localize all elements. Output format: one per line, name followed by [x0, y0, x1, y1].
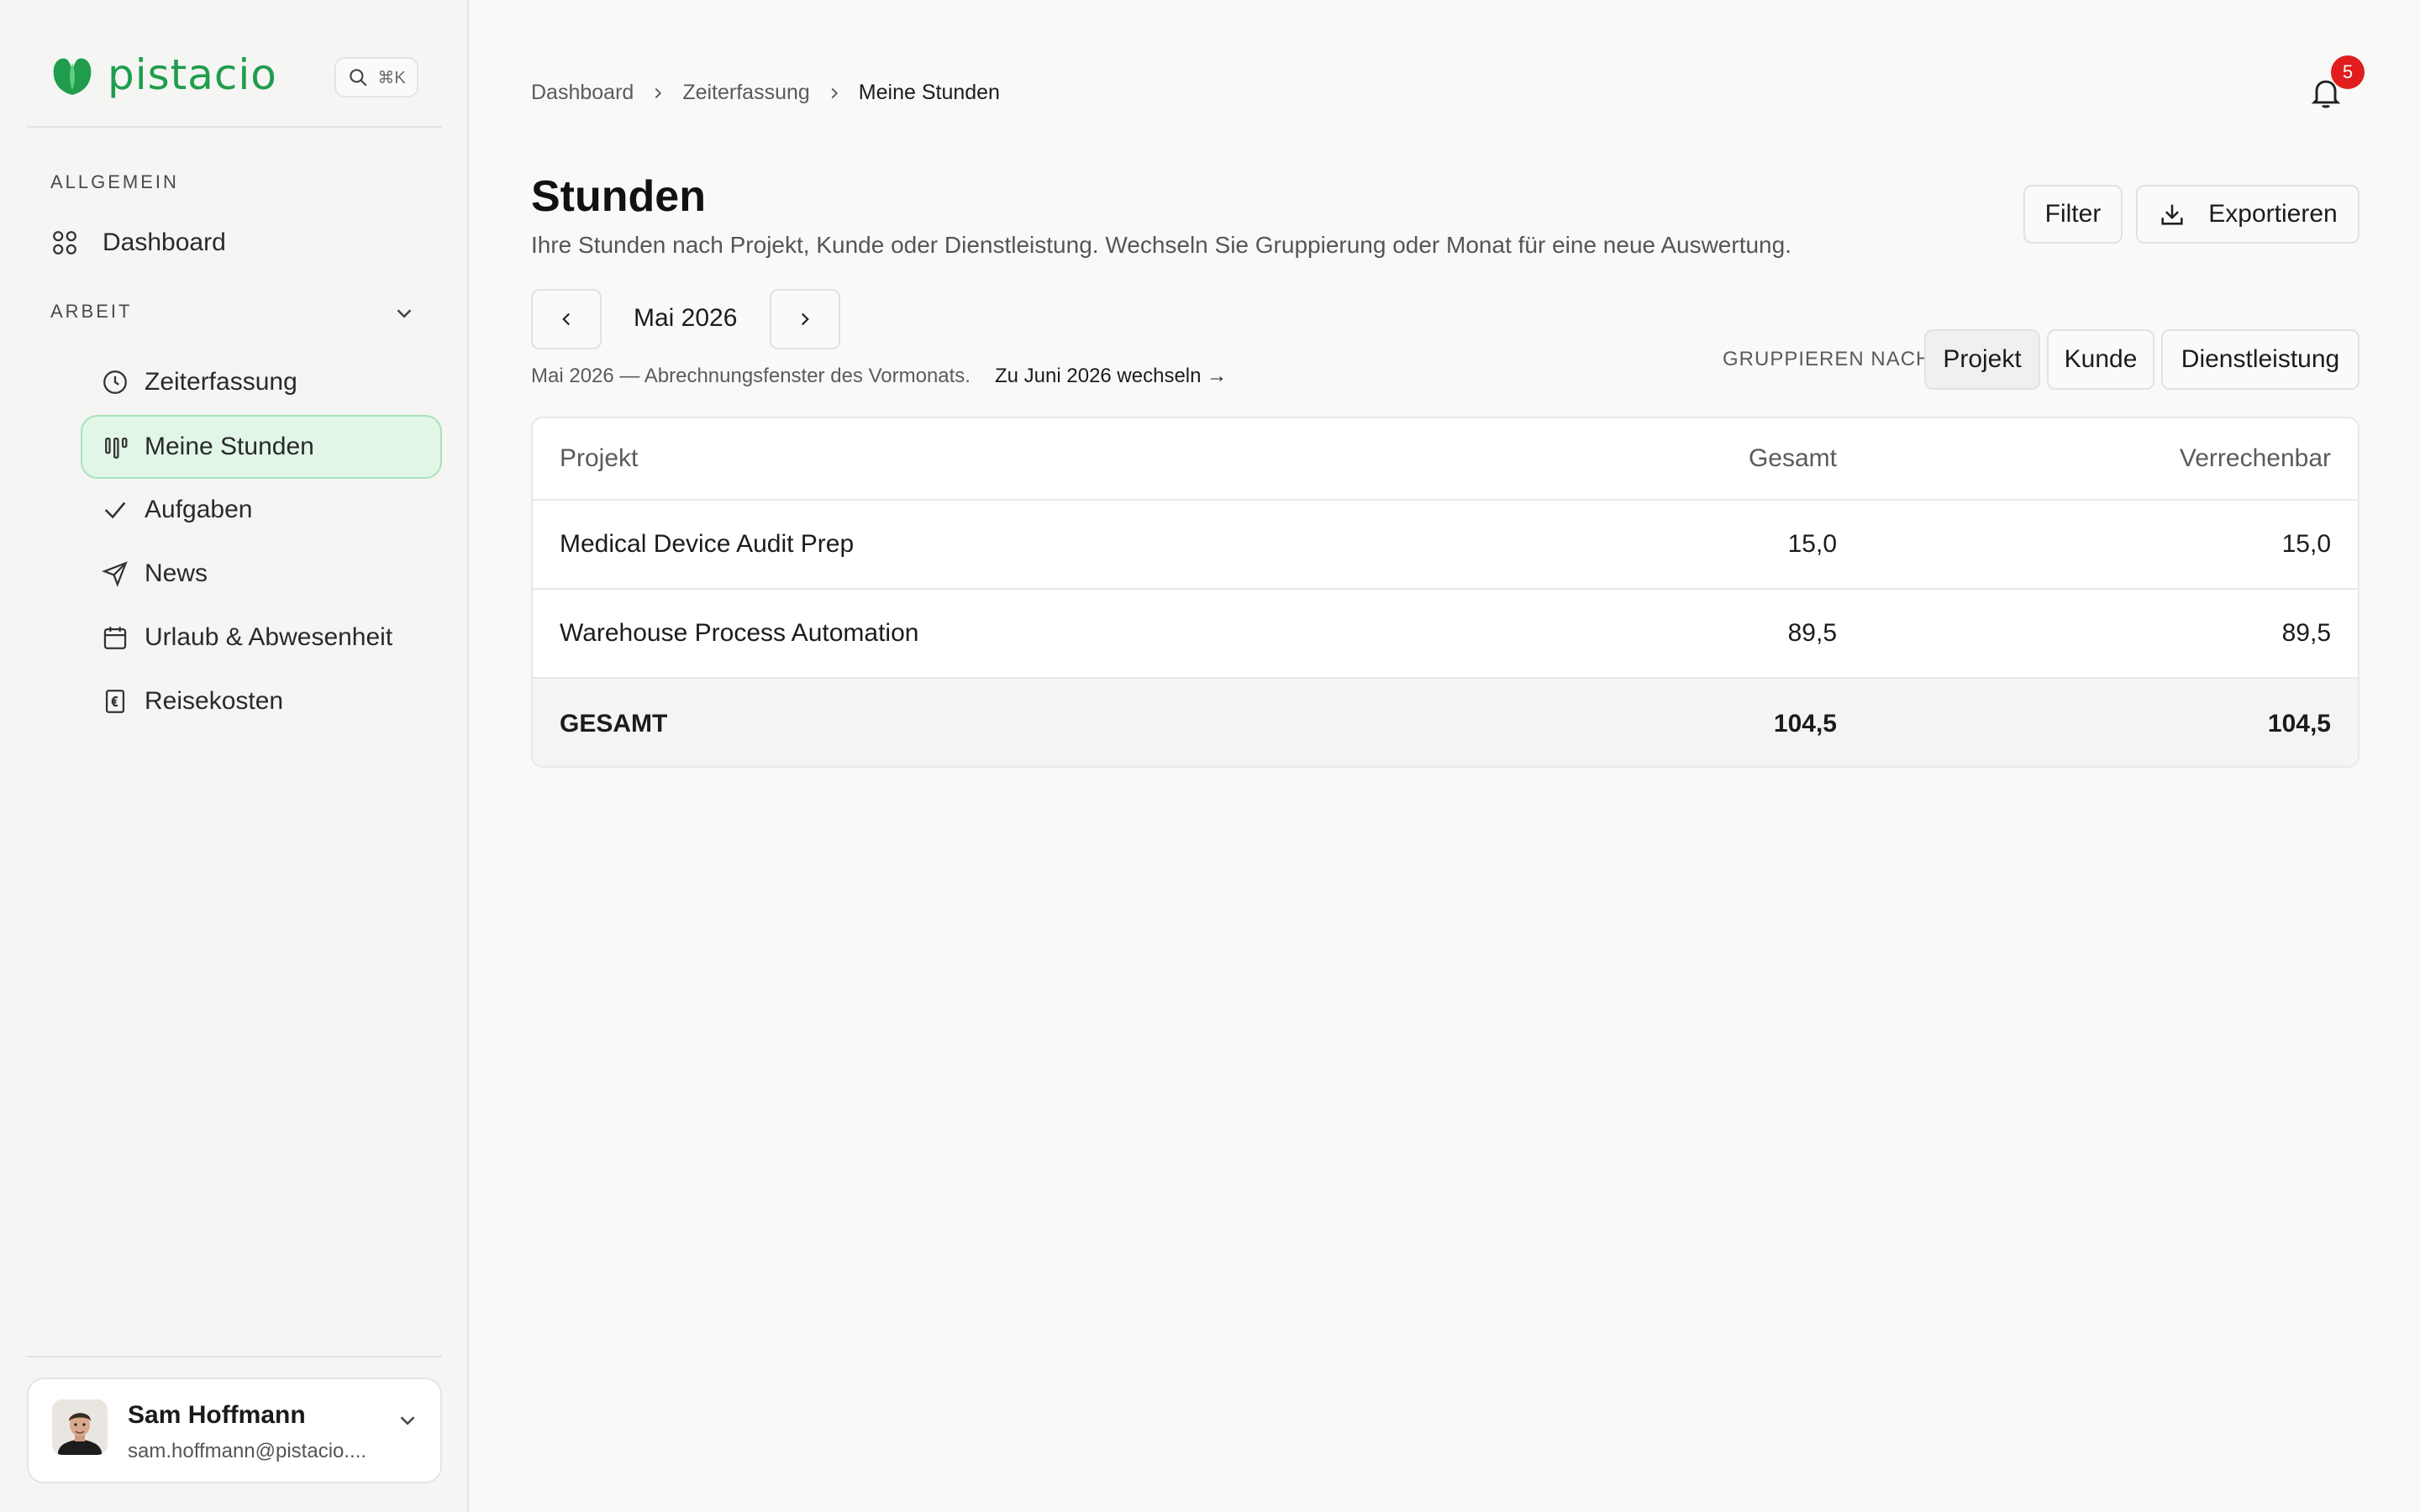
sidebar-item-news[interactable]: News [82, 543, 442, 605]
export-button-label: Exportieren [2208, 200, 2338, 228]
chevron-right-icon [655, 87, 662, 98]
download-icon [2161, 204, 2183, 225]
brand[interactable]: pistacio [50, 50, 277, 99]
sidebar-item-label: Urlaub & Abwesenheit [145, 623, 393, 651]
table-row[interactable]: Medical Device Audit Prep 15,0 15,0 [533, 501, 2358, 590]
search-shortcut-button[interactable]: ⌘K [334, 57, 418, 97]
project-total-hours: 15,0 [1787, 530, 1837, 558]
sidebar-item-label: Zeiterfassung [145, 368, 297, 396]
sidebar-item-reisekosten[interactable]: Reisekosten [82, 670, 442, 732]
next-month-button[interactable] [770, 289, 840, 349]
project-billable-hours: 89,5 [2281, 619, 2331, 647]
sidebar-divider [27, 126, 442, 128]
calendar-icon [101, 623, 129, 652]
total-billable-hours: 104,5 [2267, 710, 2331, 738]
grid-icon [50, 228, 79, 257]
switch-month-link[interactable]: Zu Juni 2026 wechseln → [995, 365, 1227, 388]
project-name: Medical Device Audit Prep [560, 530, 855, 558]
group-by-projekt[interactable]: Projekt [1924, 329, 2040, 390]
sidebar-item-aufgaben[interactable]: Aufgaben [82, 479, 442, 541]
search-shortcut-label: ⌘K [377, 68, 406, 87]
group-option-label: Kunde [2064, 345, 2138, 373]
section-label-work: ARBEIT [50, 301, 133, 322]
user-name: Sam Hoffmann [128, 1401, 306, 1429]
page-title: Stunden [531, 172, 706, 221]
filter-button-label: Filter [2044, 200, 2102, 228]
table-header-row: Projekt Gesamt Verrechenbar [533, 418, 2358, 501]
group-by-dienstleistung[interactable]: Dienstleistung [2161, 329, 2360, 390]
receipt-icon [101, 687, 129, 716]
breadcrumb-current: Meine Stunden [858, 81, 1000, 104]
sidebar-item-label: Meine Stunden [145, 433, 314, 460]
sidebar-item-zeiterfassung[interactable]: Zeiterfassung [82, 351, 442, 413]
chevron-right-icon [831, 87, 838, 98]
breadcrumb: Dashboard Zeiterfassung Meine Stunden [531, 81, 1000, 105]
sidebar: pistacio ⌘K ALLGEMEIN Dashboard ARBEIT Z… [0, 0, 469, 1512]
group-option-label: Projekt [1943, 345, 2022, 373]
send-icon [101, 559, 129, 588]
group-by-kunde[interactable]: Kunde [2047, 329, 2154, 390]
sidebar-item-label: Aufgaben [145, 496, 253, 523]
grouping-label: GRUPPIEREN NACH [1723, 348, 1932, 370]
prev-month-button[interactable] [531, 289, 602, 349]
sidebar-divider [27, 1356, 442, 1357]
brand-name: pistacio [108, 50, 277, 99]
sidebar-item-label: Dashboard [103, 228, 226, 256]
user-menu[interactable]: Sam Hoffmann sam.hoffmann@pistacio.... [27, 1378, 442, 1483]
project-total-hours: 89,5 [1787, 619, 1837, 647]
project-name: Warehouse Process Automation [560, 619, 919, 647]
table-row[interactable]: Warehouse Process Automation 89,5 89,5 [533, 590, 2358, 679]
chevron-left-icon [562, 312, 571, 326]
pistacio-logo-icon [53, 58, 92, 95]
chevron-right-icon [801, 312, 809, 326]
section-label-general: ALLGEMEIN [50, 171, 179, 192]
check-icon [101, 496, 129, 524]
breadcrumb-zeiterfassung[interactable]: Zeiterfassung [682, 81, 809, 105]
export-button[interactable]: Exportieren [2136, 185, 2360, 244]
user-email: sam.hoffmann@pistacio.... [128, 1440, 367, 1462]
month-label: Mai 2026 [634, 304, 738, 332]
avatar [52, 1399, 108, 1455]
column-header-gesamt[interactable]: Gesamt [1749, 444, 1837, 473]
search-icon [350, 69, 367, 87]
group-option-label: Dienstleistung [2181, 345, 2340, 373]
clock-icon [101, 368, 129, 396]
filter-button[interactable]: Filter [2023, 185, 2123, 244]
hours-table: Projekt Gesamt Verrechenbar Medical Devi… [531, 417, 2360, 768]
page-subtitle: Ihre Stunden nach Projekt, Kunde oder Di… [531, 232, 1791, 258]
sidebar-item-label: News [145, 559, 208, 587]
sidebar-item-label: Reisekosten [145, 687, 284, 715]
sidebar-item-meine-stunden[interactable]: Meine Stunden [81, 415, 442, 479]
notification-badge: 5 [2331, 55, 2365, 89]
bars-icon [103, 433, 131, 461]
month-hint: Mai 2026 — Abrechnungsfenster des Vormon… [531, 365, 971, 387]
total-hours: 104,5 [1773, 710, 1837, 738]
project-billable-hours: 15,0 [2281, 530, 2331, 558]
chevron-down-icon[interactable] [392, 301, 417, 326]
total-label: GESAMT [560, 710, 668, 738]
breadcrumb-dashboard[interactable]: Dashboard [531, 81, 634, 105]
chevron-down-icon[interactable] [395, 1408, 420, 1433]
column-header-verrechenbar[interactable]: Verrechenbar [2180, 444, 2331, 473]
sidebar-item-dashboard[interactable]: Dashboard [50, 212, 442, 274]
column-header-projekt[interactable]: Projekt [560, 444, 638, 473]
sidebar-item-urlaub[interactable]: Urlaub & Abwesenheit [82, 606, 442, 669]
table-total-row: GESAMT 104,5 104,5 [533, 679, 2358, 766]
